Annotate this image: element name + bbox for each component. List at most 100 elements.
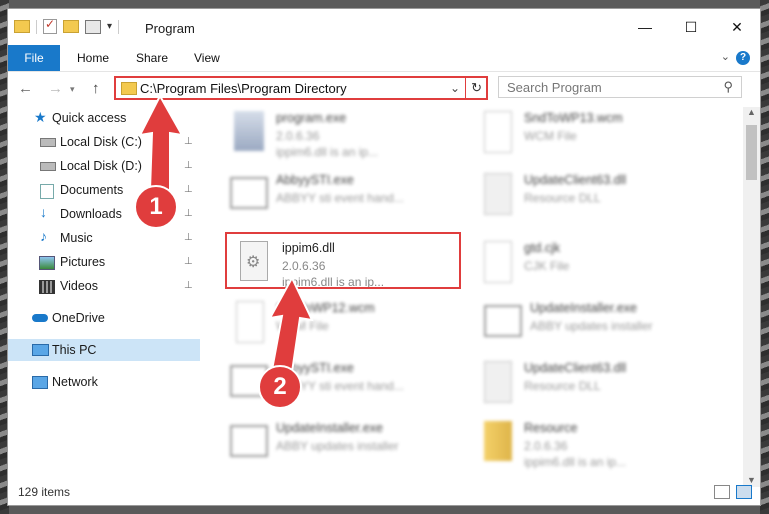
- sidebar-item-videos[interactable]: Videos ⊥: [8, 275, 200, 297]
- sidebar-item-label: Music: [60, 231, 93, 245]
- list-item[interactable]: UpdateClient63.dll Resource DLL: [478, 357, 718, 411]
- list-item[interactable]: Resource 2.0.6.36 ippim6.dll is an ip...: [478, 417, 718, 471]
- sidebar-item-this-pc[interactable]: This PC: [8, 339, 200, 361]
- dll-icon: [484, 173, 512, 215]
- list-item[interactable]: SndToWP12.wcm WCM File: [230, 297, 470, 351]
- refresh-icon[interactable]: ↻: [471, 80, 482, 96]
- search-input[interactable]: Search Program: [507, 80, 602, 95]
- sidebar-item-label: Documents: [60, 183, 124, 197]
- file-type: Resource DLL: [524, 379, 601, 393]
- window-app-icon: [484, 305, 522, 337]
- customize-toolbar-dropdown-icon[interactable]: ▾: [107, 21, 112, 32]
- exe-icon: [234, 111, 264, 151]
- blank-file-icon: [484, 241, 512, 283]
- sidebar-item-pictures[interactable]: Pictures ⊥: [8, 251, 200, 273]
- address-divider: [465, 78, 466, 98]
- search-icon[interactable]: ⚲: [723, 79, 733, 95]
- file-type: WCM File: [524, 129, 577, 143]
- sidebar-item-label: Quick access: [52, 111, 127, 125]
- list-item[interactable]: UpdateInstaller.exe ABBY updates install…: [230, 417, 470, 471]
- list-item[interactable]: program.exe 2.0.6.36 ippim6.dll is an ip…: [230, 107, 470, 161]
- tab-file[interactable]: File: [8, 45, 60, 71]
- pictures-icon: [39, 256, 55, 270]
- step-badge-1: 1: [134, 185, 178, 229]
- search-box[interactable]: Search Program ⚲: [498, 76, 742, 98]
- blank-file-icon: [236, 301, 264, 343]
- up-button[interactable]: ↑: [92, 80, 100, 97]
- large-icons-view-icon[interactable]: [736, 485, 752, 499]
- pin-icon: ⊥: [184, 256, 193, 267]
- file-description: ippim6.dll is an ip...: [276, 145, 379, 159]
- file-name: program.exe: [276, 111, 347, 125]
- archive-icon: [484, 421, 512, 461]
- recent-locations-chevron-icon[interactable]: ▾: [70, 84, 75, 95]
- tab-view[interactable]: View: [194, 45, 220, 71]
- list-item[interactable]: SndToWP13.wcm WCM File: [478, 107, 718, 161]
- address-history-chevron-icon[interactable]: ⌄: [450, 81, 460, 95]
- dll-icon: [484, 361, 512, 403]
- file-name: UpdateClient63.dll: [524, 361, 627, 375]
- window-app-icon: [230, 425, 268, 457]
- address-folder-icon: [121, 82, 137, 95]
- help-icon[interactable]: ?: [736, 51, 750, 65]
- file-description: ippim6.dll is an ip...: [524, 455, 627, 469]
- sidebar-item-local-disk-d[interactable]: Local Disk (D:) ⊥: [8, 155, 200, 177]
- new-folder-icon[interactable]: [63, 20, 79, 33]
- details-view-icon[interactable]: [714, 485, 730, 499]
- back-button[interactable]: ←: [18, 80, 33, 97]
- file-description: ABBYY sti event hand...: [276, 191, 404, 205]
- star-icon: ★: [34, 109, 47, 125]
- tab-home[interactable]: Home: [77, 45, 109, 71]
- address-path[interactable]: C:\Program Files\Program Directory: [140, 81, 347, 96]
- tab-share[interactable]: Share: [136, 45, 168, 71]
- ribbon-tabs: File Home Share View ⌄ ?: [8, 45, 760, 72]
- sidebar-item-label: Videos: [60, 279, 98, 293]
- sidebar-item-label: Local Disk (D:): [60, 159, 142, 173]
- toolbar-separator: [36, 19, 37, 34]
- list-item[interactable]: UpdateClient63.dll Resource DLL: [478, 169, 718, 223]
- sidebar-item-label: Pictures: [60, 255, 106, 269]
- scrollbar-thumb[interactable]: [746, 125, 757, 180]
- sidebar-item-onedrive[interactable]: OneDrive: [8, 307, 200, 329]
- target-file-highlight: [225, 232, 461, 289]
- file-name: UpdateInstaller.exe: [276, 421, 384, 435]
- ribbon-expand-chevron-icon[interactable]: ⌄: [721, 50, 730, 63]
- file-type: Resource DLL: [524, 191, 601, 205]
- file-name: Resource: [524, 421, 578, 435]
- list-item[interactable]: gtd.cjk CJK File: [478, 237, 718, 291]
- sidebar-item-label: This PC: [52, 343, 97, 357]
- cloud-icon: [32, 314, 48, 322]
- videos-icon: [39, 280, 55, 294]
- file-version: 2.0.6.36: [276, 129, 320, 143]
- pin-icon: ⊥: [184, 160, 193, 171]
- pin-icon: ⊥: [184, 280, 193, 291]
- maximize-button[interactable]: ☐: [668, 9, 714, 45]
- properties-check-icon[interactable]: [43, 17, 57, 34]
- scroll-up-icon[interactable]: ▲: [747, 107, 756, 117]
- blank-file-icon: [484, 111, 512, 153]
- vertical-scrollbar[interactable]: ▲ ▼: [743, 107, 760, 487]
- drive-icon: [40, 138, 56, 147]
- status-bar: 129 items: [8, 479, 760, 505]
- sidebar-item-label: Downloads: [60, 207, 122, 221]
- address-bar[interactable]: C:\Program Files\Program Directory ⌄ ↻: [114, 76, 488, 100]
- close-button[interactable]: ✕: [714, 9, 760, 45]
- file-description: ABBY updates installer: [530, 319, 653, 333]
- sidebar-item-quick-access[interactable]: ★ Quick access: [8, 107, 200, 129]
- sidebar-item-local-disk-c[interactable]: Local Disk (C:) ⊥: [8, 131, 200, 153]
- file-description: ABBY updates installer: [276, 439, 399, 453]
- pin-icon: ⊥: [184, 232, 193, 243]
- sidebar-item-music[interactable]: ♪ Music ⊥: [8, 227, 200, 249]
- pin-icon: ⊥: [184, 208, 193, 219]
- folder-icon[interactable]: [14, 20, 30, 33]
- minimize-button[interactable]: —: [622, 9, 668, 45]
- forward-button[interactable]: →: [48, 80, 63, 97]
- file-name: AbbyySTI.exe: [276, 173, 354, 187]
- list-item[interactable]: UpdateInstaller.exe ABBY updates install…: [484, 297, 724, 351]
- list-item[interactable]: AbbyySTI.exe ABBYY sti event hand...: [230, 169, 470, 223]
- sidebar-item-network[interactable]: Network: [8, 371, 200, 393]
- documents-icon: [40, 184, 54, 199]
- file-version: 2.0.6.36: [524, 439, 568, 453]
- file-name: UpdateInstaller.exe: [530, 301, 638, 315]
- view-options-icon[interactable]: [85, 19, 101, 34]
